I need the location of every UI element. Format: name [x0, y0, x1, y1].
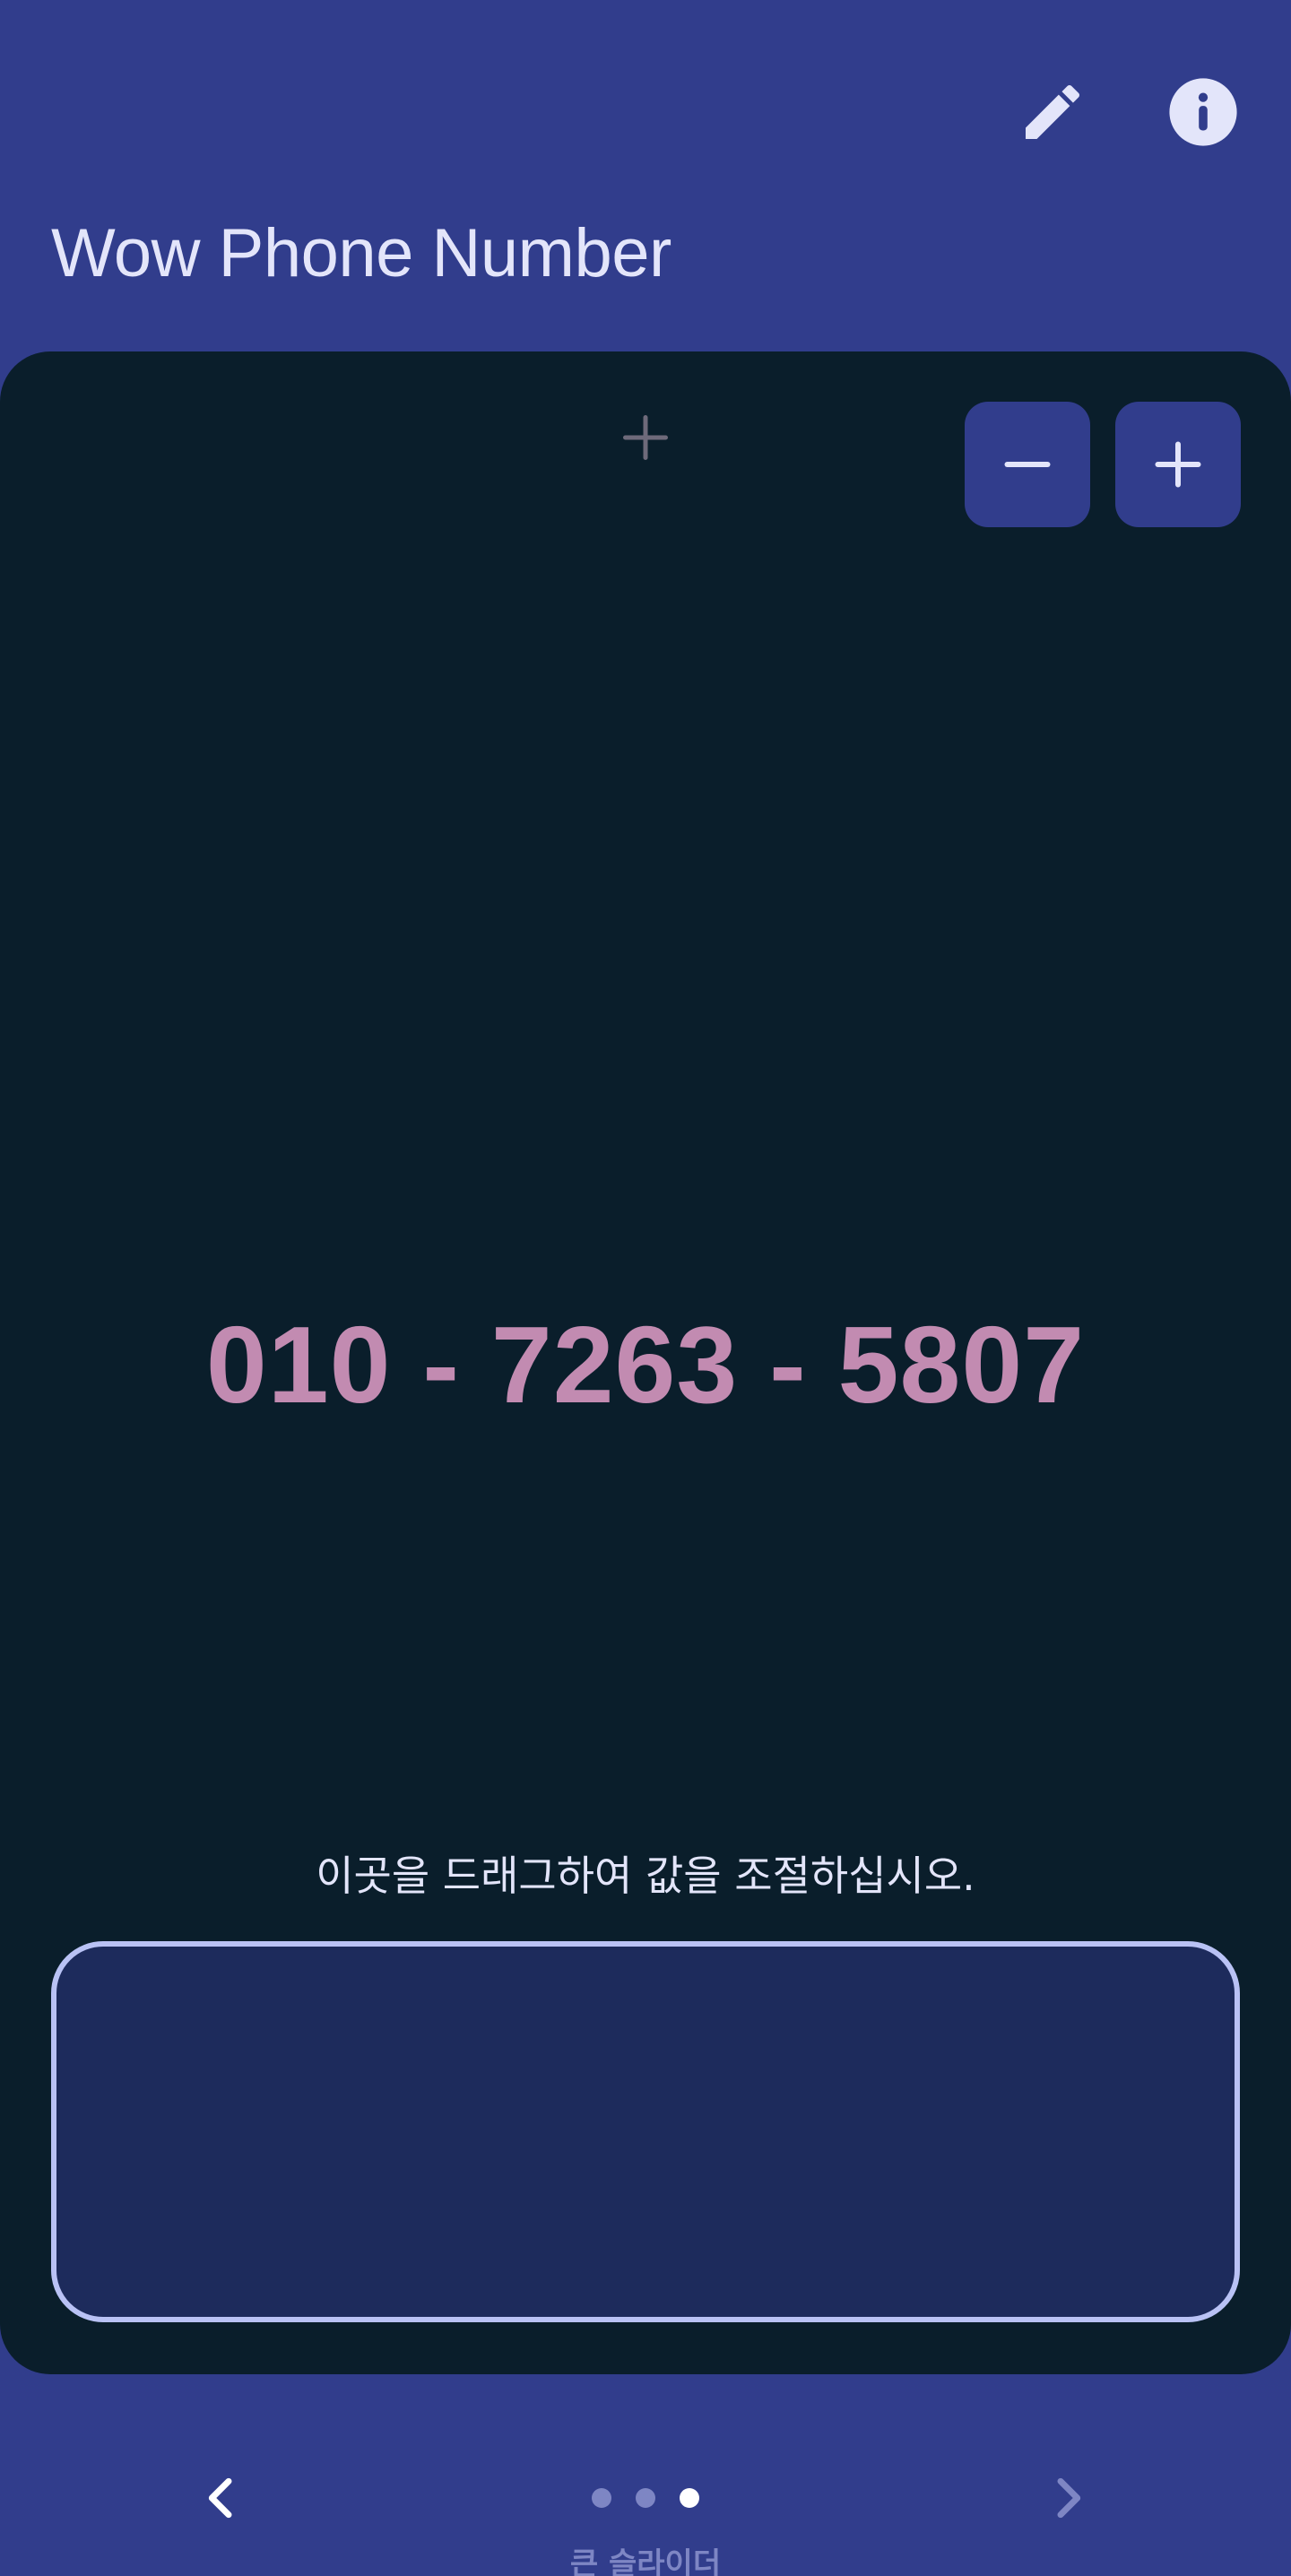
info-button[interactable] — [1154, 63, 1252, 161]
phone-number-display: 010 - 7263 - 5807 — [205, 1304, 1086, 1426]
add-digit-hint — [610, 402, 681, 473]
drag-instruction: 이곳을 드래그하여 값을 조절하십시오. — [316, 1852, 975, 1900]
chevron-right-icon — [1057, 2477, 1081, 2519]
app-title: Wow Phone Number — [51, 215, 671, 291]
drag-slider-area[interactable] — [51, 1941, 1240, 2322]
page-label: 큰 슬라이더 — [569, 2546, 722, 2576]
app-screen: Wow Phone Number 010 - 7263 - 5807 이곳을 드… — [0, 0, 1291, 2576]
decrement-button[interactable] — [965, 402, 1090, 527]
minus-icon — [1004, 462, 1051, 467]
bottom-navigation: 큰 슬라이더 — [0, 2374, 1291, 2576]
pencil-icon — [1026, 84, 1080, 139]
increment-button[interactable] — [1115, 402, 1241, 527]
page-dot-2[interactable] — [636, 2488, 655, 2508]
plus-icon — [1155, 441, 1201, 488]
phone-number-card: 010 - 7263 - 5807 이곳을 드래그하여 값을 조절하십시오. — [0, 351, 1291, 2374]
edit-button[interactable] — [1003, 63, 1102, 161]
previous-page-button[interactable] — [178, 2453, 267, 2543]
info-icon — [1169, 78, 1237, 146]
page-dot-3-active[interactable] — [680, 2488, 699, 2508]
plus-icon — [623, 415, 668, 460]
top-app-bar: Wow Phone Number — [0, 0, 1291, 350]
next-page-button[interactable] — [1022, 2453, 1112, 2543]
page-dot-1[interactable] — [592, 2488, 611, 2508]
page-indicator — [592, 2485, 699, 2511]
chevron-left-icon — [208, 2477, 232, 2519]
